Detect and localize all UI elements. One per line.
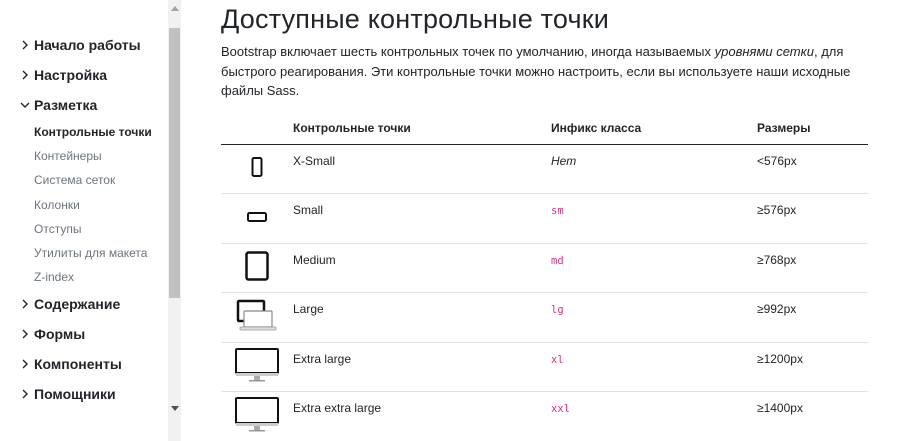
class-infix: xxl: [551, 391, 757, 441]
class-infix: lg: [551, 292, 757, 343]
sidebar-scrollbar[interactable]: [168, 0, 181, 441]
device-icon-cell: [221, 144, 293, 194]
chevron-right-icon: [18, 38, 32, 52]
infix-code: xl: [551, 353, 564, 366]
intro-emphasis: уровнями сетки: [714, 44, 814, 59]
breakpoint-name: Medium: [293, 243, 551, 293]
breakpoint-name: Large: [293, 292, 551, 343]
chevron-right-icon: [18, 68, 32, 82]
table-row: Large lg ≥992px: [221, 292, 868, 343]
sidebar-item-z-index[interactable]: Z-index: [34, 265, 168, 289]
sidebar-group-forms[interactable]: Формы: [0, 319, 168, 349]
class-infix: md: [551, 243, 757, 293]
sidebar-nav: Начало работы Настройка Разметка Контрол…: [0, 0, 168, 441]
sidebar-group-components[interactable]: Компоненты: [0, 349, 168, 379]
intro-text: Bootstrap включает шесть контрольных точ…: [221, 44, 715, 59]
table-header-infix: Инфикс класса: [551, 112, 757, 145]
sidebar: Начало работы Настройка Разметка Контрол…: [0, 0, 182, 441]
intro-paragraph: Bootstrap включает шесть контрольных точ…: [221, 42, 869, 101]
dimension: ≥992px: [757, 292, 868, 343]
dimension: <576px: [757, 144, 868, 194]
infix-code: lg: [551, 304, 564, 317]
dimension: ≥1400px: [757, 391, 868, 441]
table-header-row: Контрольные точки Инфикс класса Размеры: [221, 112, 868, 145]
dimension: ≥576px: [757, 193, 868, 244]
class-infix: Нет: [551, 144, 757, 194]
device-icon-cell: [221, 292, 293, 343]
phone-landscape-icon: [247, 211, 267, 222]
large-desktop-icon: [235, 396, 279, 432]
sidebar-group-customize[interactable]: Настройка: [0, 60, 168, 90]
scroll-down-arrow-icon[interactable]: [171, 406, 179, 411]
laptop-icon: [236, 299, 277, 331]
page-title: Доступные контрольные точки: [221, 4, 610, 34]
sidebar-group-label: Настройка: [34, 67, 108, 83]
class-infix: sm: [551, 193, 757, 244]
table-row: Medium md ≥768px: [221, 243, 868, 293]
chevron-right-icon: [18, 357, 32, 371]
dimension: ≥768px: [757, 243, 868, 293]
sidebar-item-grid[interactable]: Система сеток: [34, 168, 168, 192]
sidebar-sublist: Контрольные точки Контейнеры Система сет…: [0, 120, 168, 289]
sidebar-item-columns[interactable]: Колонки: [34, 193, 168, 217]
sidebar-group-content[interactable]: Содержание: [0, 289, 168, 319]
sidebar-group-helpers[interactable]: Помощники: [0, 379, 168, 409]
breakpoint-name: Small: [293, 193, 551, 244]
device-icon-cell: [221, 342, 293, 392]
class-infix: xl: [551, 342, 757, 392]
main-content: Доступные контрольные точки Bootstrap вк…: [221, 0, 881, 441]
table-header-dimensions: Размеры: [757, 112, 868, 145]
sidebar-item-utilities[interactable]: Утилиты для макета: [34, 241, 168, 265]
chevron-right-icon: [18, 327, 32, 341]
table-row: X-Small Нет <576px: [221, 144, 868, 194]
table-row: Extra extra large xxl ≥1400px: [221, 391, 868, 441]
scroll-up-arrow-icon[interactable]: [171, 6, 179, 11]
device-icon-cell: [221, 193, 293, 244]
sidebar-group-label: Начало работы: [34, 37, 141, 53]
breakpoints-table: Контрольные точки Инфикс класса Размеры …: [221, 112, 868, 441]
desktop-icon: [235, 348, 279, 382]
infix-code: sm: [551, 205, 564, 218]
chevron-right-icon: [18, 297, 32, 311]
sidebar-group-label: Разметка: [34, 97, 98, 113]
chevron-right-icon: [18, 387, 32, 401]
device-icon-cell: [221, 391, 293, 441]
sidebar-group-label: Формы: [34, 326, 86, 343]
device-icon-cell: [221, 243, 293, 293]
sidebar-group-label: Помощники: [34, 386, 116, 403]
table-row: Small sm ≥576px: [221, 193, 868, 244]
infix-code: md: [551, 254, 564, 267]
table-row: Extra large xl ≥1200px: [221, 342, 868, 392]
sidebar-group-layout[interactable]: Разметка: [0, 90, 168, 120]
infix-code: xxl: [551, 403, 570, 416]
sidebar-item-breakpoints[interactable]: Контрольные точки: [34, 120, 168, 144]
sidebar-group-getting-started[interactable]: Начало работы: [0, 30, 168, 60]
table-header-icon: [221, 112, 293, 145]
table-header-breakpoint: Контрольные точки: [293, 112, 551, 145]
phone-portrait-icon: [251, 157, 263, 178]
breakpoint-name: Extra large: [293, 342, 551, 392]
sidebar-item-containers[interactable]: Контейнеры: [34, 144, 168, 168]
breakpoint-name: X-Small: [293, 144, 551, 194]
tablet-icon: [245, 251, 269, 281]
breakpoint-name: Extra extra large: [293, 391, 551, 441]
chevron-down-icon: [18, 98, 32, 112]
sidebar-group-label: Содержание: [34, 296, 121, 313]
sidebar-item-gutters[interactable]: Отступы: [34, 217, 168, 241]
scrollbar-thumb[interactable]: [169, 28, 180, 298]
dimension: ≥1200px: [757, 342, 868, 392]
sidebar-group-label: Компоненты: [34, 356, 122, 373]
